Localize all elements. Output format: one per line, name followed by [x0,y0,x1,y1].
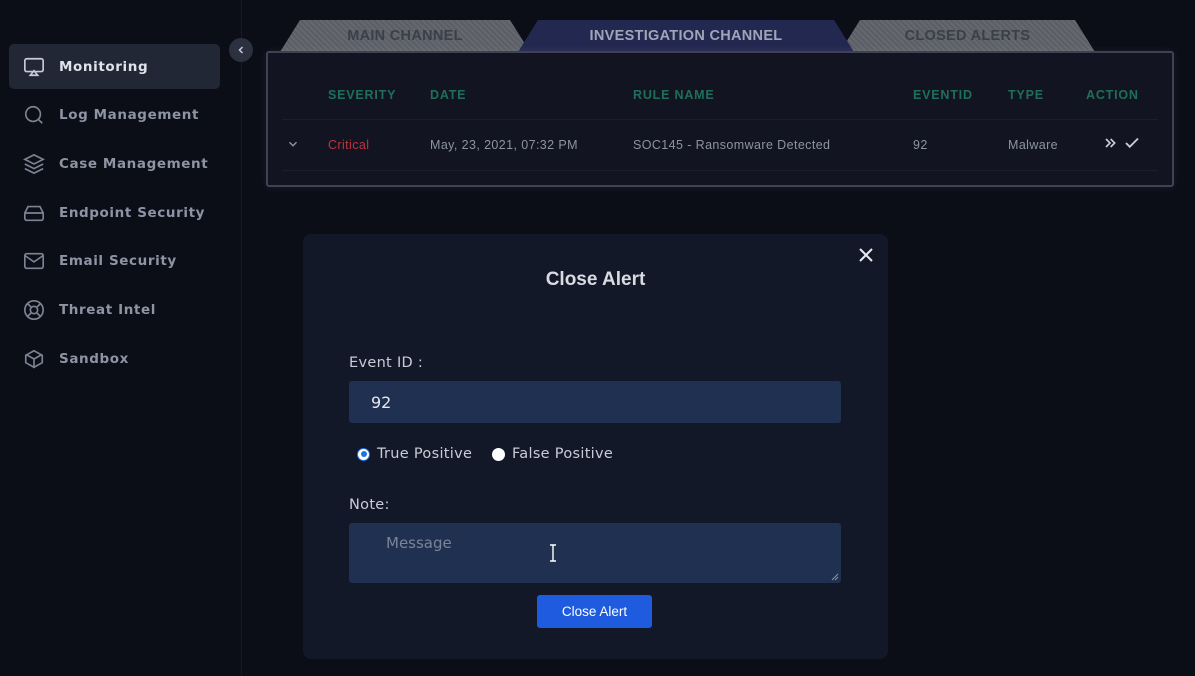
tab-closed-alerts[interactable]: CLOSED ALERTS [840,20,1095,52]
header-severity: SEVERITY [328,88,397,102]
action-close-alert-button[interactable] [1123,134,1141,155]
sidebar-item-case-management[interactable]: Case Management [9,141,220,186]
false-positive-option[interactable]: False Positive [492,446,613,462]
close-alert-modal: Close Alert Event ID : 92 True Positive … [303,234,888,659]
header-type: TYPE [1008,88,1044,102]
cell-type: Malware [1008,138,1059,152]
mail-icon [22,249,46,273]
sidebar-nav: Monitoring Log Management Case Managemen… [9,44,220,385]
channel-tabs: MAIN CHANNEL CLOSED ALERTS INVESTIGATION… [280,20,1100,52]
monitor-icon [22,55,46,79]
hard-drive-icon [22,201,46,225]
true-positive-label: True Positive [377,446,473,462]
search-icon [22,103,46,127]
sidebar-item-label: Monitoring [59,58,149,75]
sidebar-item-threat-intel[interactable]: Threat Intel [9,287,220,332]
resize-handle-icon[interactable] [831,573,839,581]
event-id-label: Event ID : [349,355,424,371]
expand-row-button[interactable] [286,137,300,154]
header-date: DATE [430,88,467,102]
modal-title: Close Alert [545,269,646,290]
sidebar-item-email-security[interactable]: Email Security [9,239,220,284]
modal-close-button[interactable] [857,246,875,264]
header-action: ACTION [1086,88,1139,102]
chevrons-right-icon [1105,138,1116,148]
false-positive-label: False Positive [512,446,614,462]
sidebar-item-label: Case Management [59,155,209,172]
header-eventid: EVENTID [913,88,973,102]
sidebar-item-monitoring[interactable]: Monitoring [9,44,220,89]
sidebar-item-label: Endpoint Security [59,204,206,221]
note-textarea[interactable]: Message [349,523,841,583]
sidebar-item-label: Threat Intel [59,301,156,318]
collapse-sidebar-button[interactable] [229,38,253,62]
lifebuoy-icon [22,298,46,322]
note-placeholder: Message [386,534,452,552]
sidebar: Monitoring Log Management Case Managemen… [0,0,242,676]
tab-investigation-channel[interactable]: INVESTIGATION CHANNEL [518,20,854,52]
sidebar-item-endpoint-security[interactable]: Endpoint Security [9,190,220,235]
text-cursor-icon [550,544,556,562]
chevron-down-icon [288,141,298,147]
true-positive-radio[interactable] [357,447,370,461]
sidebar-item-label: Email Security [59,253,177,270]
alerts-table: SEVERITY DATE RULE NAME EVENTID TYPE ACT… [266,51,1174,187]
divider [282,119,1158,120]
note-label: Note: [349,497,390,513]
cell-severity: Critical [328,138,370,152]
divider [282,170,1158,171]
layers-icon [22,152,46,176]
box-icon [22,347,46,371]
close-alert-submit-button[interactable]: Close Alert [537,595,652,628]
sidebar-item-label: Log Management [59,107,200,124]
cell-date: May, 23, 2021, 07:32 PM [430,138,578,152]
cell-rule-name[interactable]: SOC145 - Ransomware Detected [633,138,830,152]
sidebar-item-sandbox[interactable]: Sandbox [9,336,220,381]
true-positive-option[interactable]: True Positive [357,446,472,462]
sidebar-item-log-management[interactable]: Log Management [9,93,220,138]
sidebar-item-label: Sandbox [59,350,129,367]
close-icon [859,248,873,262]
chevron-left-icon [238,46,244,54]
tab-main-channel[interactable]: MAIN CHANNEL [280,20,530,52]
action-forward-button[interactable] [1102,135,1118,154]
false-positive-radio[interactable] [492,447,505,461]
event-id-field[interactable]: 92 [349,381,841,423]
check-icon [1125,137,1139,149]
cell-eventid: 92 [913,138,928,152]
header-rule-name: RULE NAME [633,88,715,102]
